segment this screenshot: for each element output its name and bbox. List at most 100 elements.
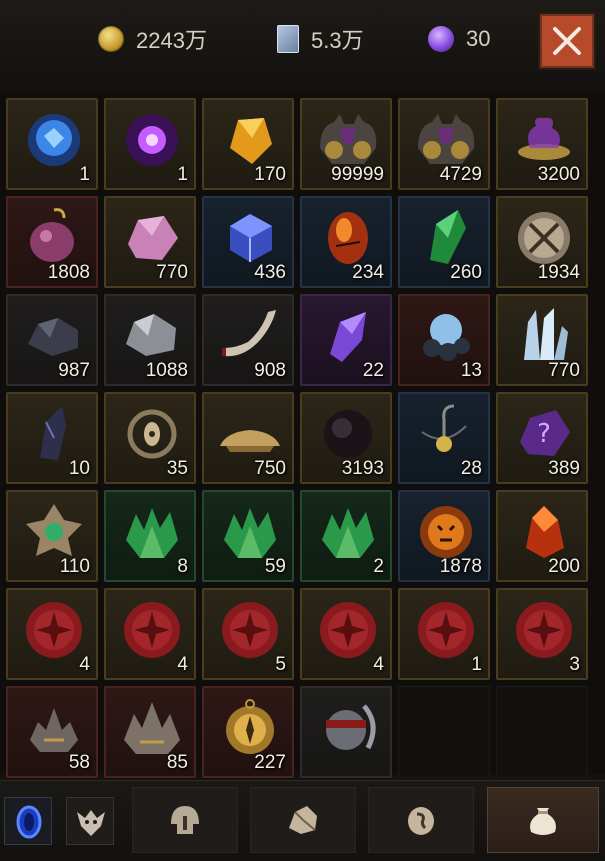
inventory-slot-amber-crystal[interactable]: 170 — [202, 98, 294, 190]
gold-currency: 2243万 — [98, 22, 207, 56]
item-quantity: 1088 — [145, 360, 188, 381]
inventory-slot-violet-crystal[interactable]: 22 — [300, 294, 392, 386]
inventory-slot-crossed-swords-medallion[interactable]: 1934 — [496, 196, 588, 288]
inventory-slot-bone-horn[interactable]: 908 — [202, 294, 294, 386]
item-quantity: 35 — [166, 458, 188, 479]
item-quantity: 1 — [79, 164, 90, 185]
silver-ore-chunk-icon — [126, 314, 176, 356]
inventory-slot-purple-mystery-stone[interactable]: ? 389 — [496, 392, 588, 484]
item-quantity: 59 — [264, 556, 286, 577]
amber-crystal-icon — [230, 118, 272, 164]
inventory-slot-blindfolded-helm[interactable] — [300, 686, 392, 778]
item-quantity: 389 — [548, 458, 580, 479]
item-quantity: 4 — [177, 654, 188, 675]
green-crystal-cluster-icon — [126, 508, 178, 558]
blue-cube-crystal-icon — [230, 214, 272, 262]
inventory-slot-hook-pendant[interactable]: 28 — [398, 392, 490, 484]
inventory-slot-emerald-star-emblem[interactable]: 110 — [6, 490, 98, 582]
inventory-slot-blue-cube-crystal[interactable]: 436 — [202, 196, 294, 288]
inventory-slot-spiked-crown-small[interactable]: 58 — [6, 686, 98, 778]
inventory-slot-fire-ruby-crystal[interactable]: 200 — [496, 490, 588, 582]
inventory-slot-purple-smoke-bowl[interactable]: 3200 — [496, 98, 588, 190]
item-quantity: 987 — [58, 360, 90, 381]
inventory-slot-purple-energy-orb[interactable]: 1 — [104, 98, 196, 190]
item-quantity: 908 — [254, 360, 286, 381]
inventory-slot-red-wax-seal[interactable]: 5 — [202, 588, 294, 680]
inventory-slot-flaming-skull-emblem[interactable]: 1878 — [398, 490, 490, 582]
hook-pendant-icon — [421, 404, 467, 452]
inventory-slot-spiked-armor-set[interactable]: 99999 — [300, 98, 392, 190]
inventory-slot-blue-crystal-orb[interactable]: 1 — [6, 98, 98, 190]
dark-horn-shard-icon — [40, 406, 66, 460]
emerald-star-emblem-icon — [26, 504, 82, 556]
tab-runes[interactable] — [368, 787, 474, 853]
purple-orb-icon — [428, 26, 454, 52]
item-quantity: 3 — [569, 654, 580, 675]
item-quantity: 8 — [177, 556, 188, 577]
inventory-slot-hooked-pink-orb[interactable]: 1808 — [6, 196, 98, 288]
tab-materials[interactable] — [250, 787, 356, 853]
item-quantity: 28 — [460, 458, 482, 479]
inventory-slot-green-crystal-cluster[interactable]: 2 — [300, 490, 392, 582]
inventory-slot-green-crystal-cluster[interactable]: 59 — [202, 490, 294, 582]
item-quantity: 1808 — [47, 262, 90, 283]
empty-inventory-slot[interactable] — [398, 686, 490, 778]
red-wax-seal-icon — [222, 602, 278, 658]
empty-inventory-slot[interactable] — [496, 686, 588, 778]
red-wax-seal-icon — [124, 602, 180, 658]
inventory-slot-golden-sand-pile[interactable]: 750 — [202, 392, 294, 484]
inventory-slot-green-crystal-cluster[interactable]: 8 — [104, 490, 196, 582]
spiked-crown-small-icon — [30, 708, 78, 752]
item-quantity: 200 — [548, 556, 580, 577]
item-quantity: 110 — [59, 556, 90, 577]
green-emerald-shard-icon — [430, 210, 466, 264]
red-wax-seal-icon — [516, 602, 572, 658]
inventory-slot-dark-sphere[interactable]: 3193 — [300, 392, 392, 484]
inventory-slot-blue-pearl-stones[interactable]: 13 — [398, 294, 490, 386]
svg-text:?: ? — [537, 419, 551, 449]
item-quantity: 3200 — [537, 164, 580, 185]
item-quantity: 22 — [362, 360, 384, 381]
orb-amount: 30 — [466, 26, 491, 51]
tab-consumables[interactable] — [487, 787, 599, 853]
item-quantity: 4 — [79, 654, 90, 675]
inventory-slot-red-fire-egg[interactable]: 234 — [300, 196, 392, 288]
gold-coin-icon — [98, 26, 124, 52]
inventory-slot-red-wax-seal[interactable]: 4 — [6, 588, 98, 680]
inventory-slot-spiked-armor-set[interactable]: 4729 — [398, 98, 490, 190]
pink-stone-icon — [128, 216, 178, 260]
beast-emblem-button[interactable] — [66, 797, 114, 845]
beast-emblem-icon — [77, 810, 105, 836]
inventory-slot-red-wax-seal[interactable]: 3 — [496, 588, 588, 680]
violet-crystal-icon — [330, 312, 366, 362]
spiked-crown-large-icon — [124, 702, 180, 754]
inventory-slot-pink-stone[interactable]: 770 — [104, 196, 196, 288]
inventory-slot-red-wax-seal[interactable]: 1 — [398, 588, 490, 680]
crossed-swords-medallion-icon — [518, 212, 570, 264]
inventory-slot-ice-crystals[interactable]: 770 — [496, 294, 588, 386]
tab-equipment[interactable] — [132, 787, 238, 853]
inventory-slot-golden-compass-disc[interactable]: 227 — [202, 686, 294, 778]
inventory-slot-red-wax-seal[interactable]: 4 — [104, 588, 196, 680]
inventory-slot-red-wax-seal[interactable]: 4 — [300, 588, 392, 680]
item-quantity: 10 — [68, 458, 90, 479]
inventory-slot-green-emerald-shard[interactable]: 260 — [398, 196, 490, 288]
close-button[interactable] — [540, 14, 594, 68]
blue-scroll-icon — [277, 25, 299, 53]
inventory-slot-silver-ore-chunk[interactable]: 1088 — [104, 294, 196, 386]
helmet-icon — [171, 806, 199, 834]
dark-sphere-icon — [324, 410, 372, 458]
bone-horn-icon — [222, 310, 276, 357]
purple-mystery-stone-icon: ? — [520, 410, 570, 456]
golden-compass-disc-icon — [226, 699, 274, 754]
inventory-slot-spiked-crown-large[interactable]: 85 — [104, 686, 196, 778]
scroll-currency: 5.3万 — [277, 22, 364, 56]
inventory-slot-dark-ore-chunk[interactable]: 987 — [6, 294, 98, 386]
inventory-slot-dark-horn-shard[interactable]: 10 — [6, 392, 98, 484]
inventory-slot-eye-ornament[interactable]: 35 — [104, 392, 196, 484]
flaming-skull-emblem-icon — [420, 506, 472, 558]
sack-icon — [530, 808, 556, 835]
portal-button[interactable] — [4, 797, 52, 845]
fire-ruby-crystal-icon — [526, 506, 564, 558]
close-icon — [553, 27, 581, 55]
